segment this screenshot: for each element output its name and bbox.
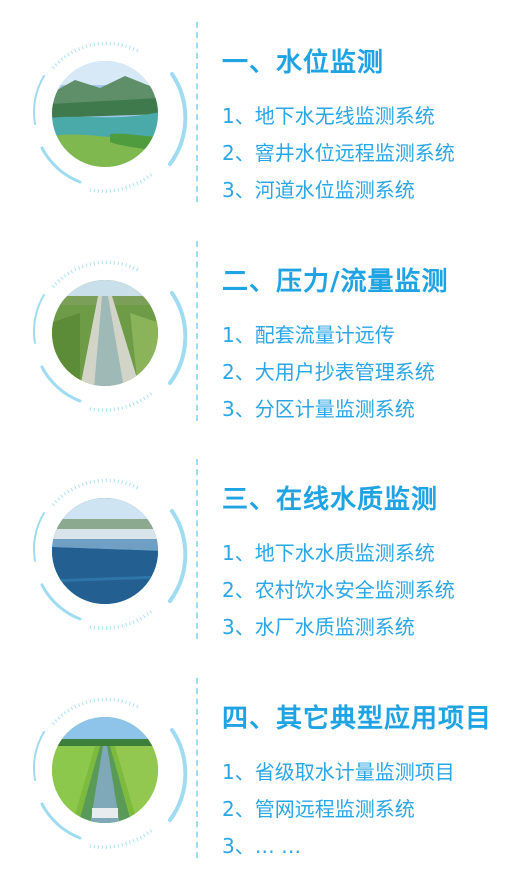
- irrigation-canal-photo: [52, 280, 158, 386]
- section-water-quality: 三、在线水质监测 1、地下水水质监测系统 2、农村饮水安全监测系统 3、水厂水质…: [0, 459, 518, 659]
- list-item[interactable]: 1、省级取水计量监测项目: [222, 754, 455, 791]
- list-item[interactable]: 1、地下水无线监测系统: [222, 98, 455, 135]
- section-title: 四、其它典型应用项目: [222, 704, 493, 734]
- list-item[interactable]: 1、地下水水质监测系统: [222, 535, 455, 572]
- water-plant-pool-photo: [52, 498, 158, 604]
- list-item[interactable]: 3、河道水位监测系统: [222, 172, 455, 209]
- list-item[interactable]: 2、大用户抄表管理系统: [222, 354, 435, 391]
- divider-line: [196, 22, 198, 202]
- river-valley-photo: [52, 61, 158, 167]
- photo-ring: [20, 233, 190, 433]
- section-title: 二、压力/流量监测: [222, 267, 449, 297]
- item-list: 1、地下水无线监测系统 2、窨井水位远程监测系统 3、河道水位监测系统: [222, 98, 455, 209]
- divider-line: [196, 678, 198, 858]
- photo-ring: [20, 451, 190, 651]
- list-item[interactable]: 2、管网远程监测系统: [222, 791, 455, 828]
- list-item[interactable]: 2、农村饮水安全监测系统: [222, 572, 455, 609]
- photo-ring: [20, 14, 190, 214]
- photo-ring: [20, 670, 190, 870]
- item-list: 1、省级取水计量监测项目 2、管网远程监测系统 3、… …: [222, 754, 455, 865]
- list-item[interactable]: 1、配套流量计远传: [222, 317, 435, 354]
- divider-line: [196, 459, 198, 639]
- section-other-projects: 四、其它典型应用项目 1、省级取水计量监测项目 2、管网远程监测系统 3、… …: [0, 678, 518, 878]
- section-pressure-flow: 二、压力/流量监测 1、配套流量计远传 2、大用户抄表管理系统 3、分区计量监测…: [0, 241, 518, 441]
- list-item[interactable]: 3、… …: [222, 828, 455, 865]
- item-list: 1、地下水水质监测系统 2、农村饮水安全监测系统 3、水厂水质监测系统: [222, 535, 455, 646]
- divider-line: [196, 241, 198, 421]
- farmland-channel-photo: [52, 717, 158, 823]
- section-title: 一、水位监测: [222, 48, 385, 78]
- section-title: 三、在线水质监测: [222, 485, 439, 515]
- list-item[interactable]: 3、分区计量监测系统: [222, 391, 435, 428]
- list-item[interactable]: 3、水厂水质监测系统: [222, 609, 455, 646]
- section-water-level: 一、水位监测 1、地下水无线监测系统 2、窨井水位远程监测系统 3、河道水位监测…: [0, 22, 518, 222]
- list-item[interactable]: 2、窨井水位远程监测系统: [222, 135, 455, 172]
- item-list: 1、配套流量计远传 2、大用户抄表管理系统 3、分区计量监测系统: [222, 317, 435, 428]
